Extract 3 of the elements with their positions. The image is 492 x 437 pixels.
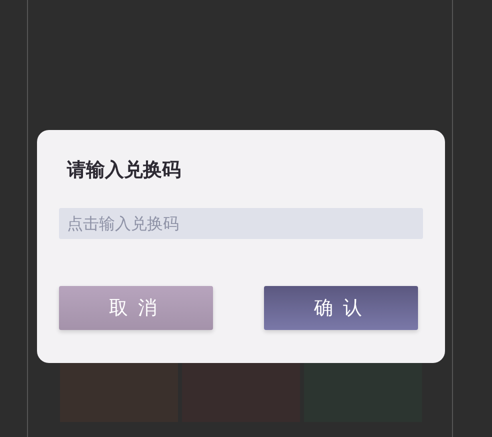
confirm-button[interactable]: 确认	[264, 286, 418, 330]
code-input-field[interactable]: 点击输入兑换码	[59, 208, 423, 239]
dialog-title: 请输入兑换码	[67, 158, 182, 182]
